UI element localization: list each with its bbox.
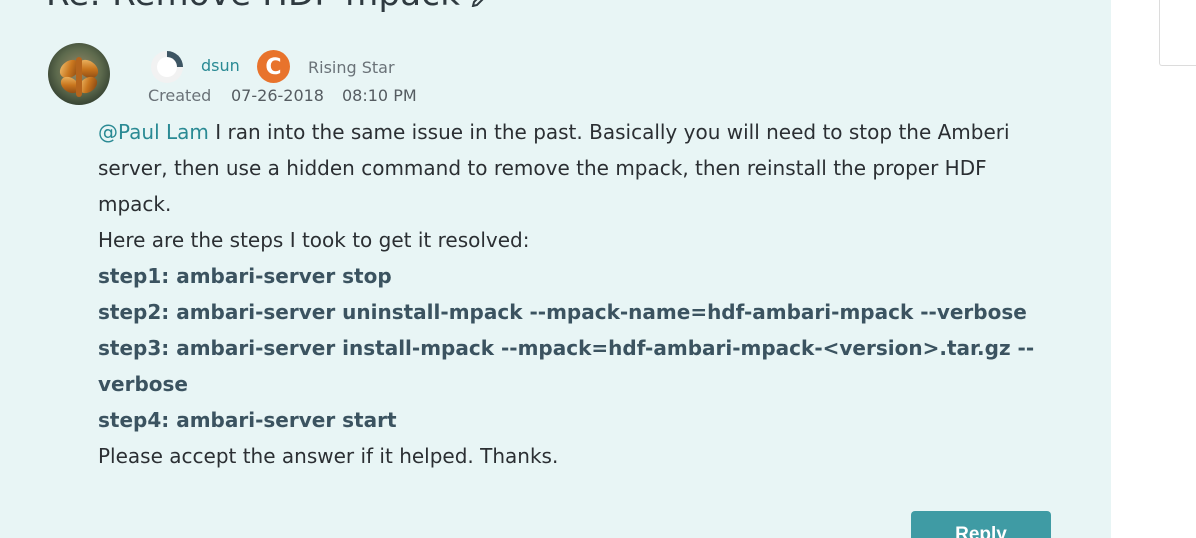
created-label: Created bbox=[148, 86, 212, 105]
intro-text: I ran into the same issue in the past. B… bbox=[98, 120, 1010, 216]
author-username-link[interactable]: dsun bbox=[201, 56, 240, 75]
post-title-text: Re: Remove HDF mpack bbox=[46, 0, 460, 14]
side-panel-box bbox=[1159, 0, 1196, 66]
step-line-2: step2: ambari-server uninstall-mpack --m… bbox=[98, 300, 1027, 324]
post-body: @Paul Lam I ran into the same issue in t… bbox=[98, 114, 1058, 474]
step-line-4: step4: ambari-server start bbox=[98, 408, 397, 432]
author-rank: Rising Star bbox=[308, 58, 395, 77]
closing-text: Please accept the answer if it helped. T… bbox=[98, 444, 559, 468]
step-line-3: step3: ambari-server install-mpack --mpa… bbox=[98, 336, 1035, 396]
post-card: Re: Remove HDF mpack bbox=[0, 0, 1111, 538]
post-title: Re: Remove HDF mpack bbox=[46, 0, 493, 14]
step-line-1: step1: ambari-server stop bbox=[98, 264, 392, 288]
steps-intro: Here are the steps I took to get it reso… bbox=[98, 228, 530, 252]
avatar[interactable] bbox=[48, 43, 110, 105]
post-body-intro: @Paul Lam I ran into the same issue in t… bbox=[98, 114, 1058, 222]
mention-link[interactable]: @Paul Lam bbox=[98, 120, 209, 144]
created-date: 07-26-2018 bbox=[231, 86, 324, 105]
edit-pencil-icon[interactable] bbox=[471, 0, 493, 14]
created-time: 08:10 PM bbox=[342, 86, 417, 105]
rank-progress-icon bbox=[150, 50, 184, 84]
rank-badge-letter: C bbox=[265, 55, 281, 80]
reply-button[interactable]: Reply bbox=[911, 511, 1051, 538]
rank-badge-icon: C bbox=[257, 50, 290, 83]
